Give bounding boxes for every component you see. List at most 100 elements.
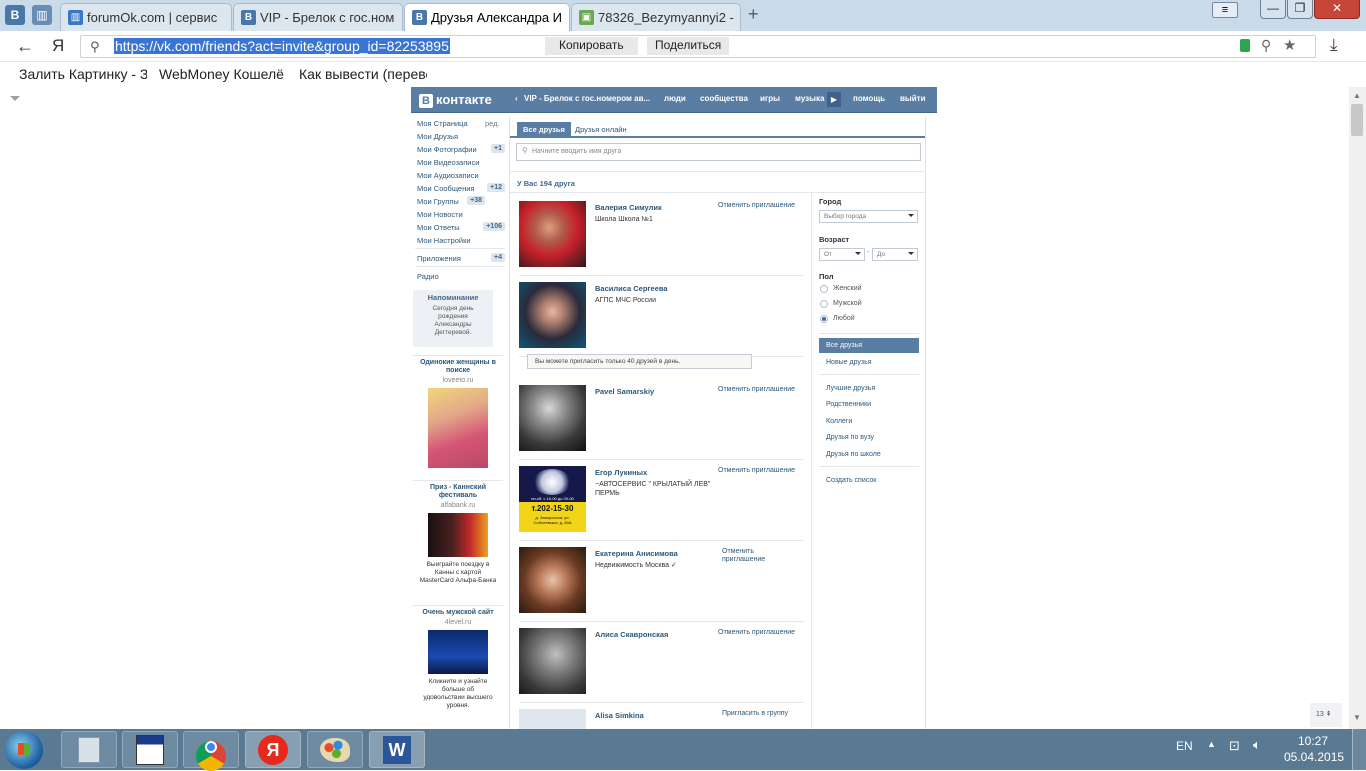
zoom-icon[interactable]: ⚲	[1261, 37, 1271, 54]
word-app-icon[interactable]: W	[369, 731, 425, 768]
sex-option-label[interactable]: Мужской	[833, 300, 862, 307]
scroll-down-icon[interactable]: ▼	[1353, 713, 1361, 722]
header-link-logout[interactable]: выйти	[900, 94, 926, 103]
list-all-friends[interactable]: Все друзья	[819, 338, 919, 353]
sex-option-label[interactable]: Любой	[833, 315, 855, 322]
star-icon[interactable]: ★	[1283, 36, 1296, 54]
cancel-invite-button[interactable]: Отменить приглашение	[718, 202, 800, 210]
sidebar-item-messages[interactable]: Мои Сообщения	[417, 184, 474, 193]
city-select[interactable]: Выбор города	[819, 210, 918, 223]
scroll-to-top-widget[interactable]: 13 ⇞	[1310, 703, 1342, 727]
header-link-help[interactable]: помощь	[853, 94, 885, 103]
friend-name[interactable]: Алиса Скавронская	[595, 630, 668, 639]
tab-all-friends[interactable]: Все друзья	[517, 122, 571, 136]
friend-name[interactable]: Василиса Сергеева	[595, 284, 668, 293]
ad-block-cannes[interactable]: Приз - Каннский фестиваль alfabank.ru Вы…	[413, 480, 503, 585]
vk-pinned-tab-icon[interactable]: B	[5, 5, 25, 25]
friend-search-input[interactable]: ⚲ Начните вводить имя друга	[516, 143, 921, 161]
bookmark-link[interactable]: WebMoney Кошелё	[159, 66, 287, 82]
birthday-reminder[interactable]: Напоминание Сегодня день рождения Алекса…	[413, 290, 493, 347]
cancel-invite-button[interactable]: Отменить приглашение	[722, 548, 777, 564]
sidebar-item-my-page[interactable]: Моя Страница ред.	[417, 119, 505, 128]
yandex-browser-app-icon[interactable]: Я	[245, 731, 301, 768]
language-indicator[interactable]: EN	[1176, 739, 1193, 753]
close-window-icon[interactable]: ✕	[1314, 0, 1360, 19]
friend-photo[interactable]	[519, 201, 586, 267]
side-panel-toggle-icon[interactable]	[10, 96, 20, 101]
age-to-select[interactable]: До	[872, 248, 918, 261]
edit-link[interactable]: ред.	[485, 119, 500, 128]
sidebar-item-groups[interactable]: Мои Группы	[417, 197, 459, 206]
yandex-logo-icon[interactable]: Я	[52, 36, 64, 56]
list-colleagues[interactable]: Коллеги	[826, 418, 852, 425]
scroll-up-icon[interactable]: ▲	[1353, 91, 1361, 100]
copy-button[interactable]: Копировать	[545, 37, 638, 55]
list-new-friends[interactable]: Новые друзья	[826, 359, 872, 366]
friend-photo[interactable]	[519, 628, 586, 694]
sidebar-item-videos[interactable]: Мои Видеозаписи	[417, 158, 479, 167]
tab-vip-brelok[interactable]: B VIP - Брелок с гос.ном	[233, 3, 403, 31]
calculator-app-icon[interactable]	[61, 731, 117, 768]
ad-block-dating[interactable]: Одинокие женщины в поиске loveeto.ru	[413, 355, 503, 468]
bookmark-pinned-tab-icon[interactable]: ▥	[32, 5, 52, 25]
header-link-people[interactable]: люди	[664, 94, 686, 103]
show-desktop-button[interactable]	[1352, 729, 1366, 770]
volume-icon[interactable]: 🔈︎	[1253, 737, 1261, 753]
invite-to-group-button[interactable]: Пригласить в группу	[722, 710, 804, 718]
bookmark-link[interactable]: Как вывести (переве	[299, 66, 427, 82]
menu-icon[interactable]: ≡	[1212, 2, 1238, 18]
page-scrollbar[interactable]: ▲ ▼	[1349, 87, 1366, 729]
back-arrow-icon[interactable]: ←	[16, 36, 34, 57]
list-best-friends[interactable]: Лучшие друзья	[826, 385, 875, 392]
header-back-icon[interactable]: ‹	[515, 94, 518, 103]
network-icon[interactable]: ⊡	[1229, 738, 1240, 754]
sex-male-radio[interactable]	[820, 300, 828, 308]
vk-logo[interactable]: Bконтакте	[419, 92, 492, 108]
friend-photo[interactable]	[519, 547, 586, 613]
header-group-link[interactable]: VIP - Брелок с гос.номером ав...	[524, 94, 654, 103]
sex-female-radio[interactable]	[820, 285, 828, 293]
new-tab-icon[interactable]: +	[748, 4, 759, 25]
list-relatives[interactable]: Родственники	[826, 401, 871, 408]
friend-name[interactable]: Егор Лукиных	[595, 468, 647, 477]
cancel-invite-button[interactable]: Отменить приглашение	[718, 386, 800, 394]
paint-app-icon[interactable]	[307, 731, 363, 768]
cancel-invite-button[interactable]: Отменить приглашение	[718, 629, 800, 637]
tab-friends-online[interactable]: Друзья онлайн	[569, 122, 633, 136]
sidebar-item-news[interactable]: Мои Новости	[417, 210, 463, 219]
sidebar-item-answers[interactable]: Мои Ответы	[417, 223, 460, 232]
friend-photo[interactable]	[519, 282, 586, 348]
header-link-games[interactable]: игры	[760, 94, 780, 103]
tab-friends[interactable]: B Друзья Александра И	[404, 3, 570, 32]
bookmark-link[interactable]: Залить Картинку - З	[19, 66, 147, 82]
list-school-friends[interactable]: Друзья по школе	[826, 451, 881, 458]
friend-photo[interactable]	[519, 385, 586, 451]
sex-option-label[interactable]: Женский	[833, 285, 862, 292]
friend-name[interactable]: Alisa Simkina	[595, 711, 644, 720]
sidebar-item-audio[interactable]: Мои Аудиозаписи	[417, 171, 479, 180]
age-from-select[interactable]: От	[819, 248, 865, 261]
clock[interactable]: 10:27 05.04.2015	[1284, 733, 1344, 765]
ad-block-4level[interactable]: Очень мужской сайт 4level.ru Кликните и …	[413, 605, 503, 710]
sidebar-item-apps[interactable]: Приложения	[417, 254, 461, 263]
sidebar-item-radio[interactable]: Радио	[417, 272, 439, 281]
cancel-invite-button[interactable]: Отменить приглашение	[718, 467, 800, 475]
tab-image[interactable]: ▣ 78326_Bezymyannyi2 -	[571, 3, 741, 31]
header-next-icon[interactable]: ▶	[827, 92, 841, 107]
tray-expand-icon[interactable]: ▲	[1207, 739, 1216, 749]
sidebar-item-friends[interactable]: Мои Друзья	[417, 132, 458, 141]
list-university-friends[interactable]: Друзья по вузу	[826, 434, 874, 441]
sidebar-item-photos[interactable]: Мои Фотографии	[417, 145, 477, 154]
share-button[interactable]: Поделиться	[647, 37, 730, 55]
downloads-icon[interactable]: ⤓	[1330, 35, 1338, 55]
sidebar-item-settings[interactable]: Мои Настройки	[417, 236, 471, 245]
friend-photo-placeholder[interactable]	[519, 709, 586, 729]
minimize-icon[interactable]: —	[1260, 0, 1286, 19]
url-text[interactable]: https://vk.com/friends?act=invite&group_…	[114, 38, 450, 54]
sex-any-radio[interactable]	[820, 315, 828, 323]
notepad-app-icon[interactable]	[122, 731, 178, 768]
create-list-link[interactable]: Создать список	[826, 477, 876, 484]
start-button[interactable]	[5, 731, 43, 769]
friend-name[interactable]: Екатерина Анисимова	[595, 549, 678, 558]
tab-forumok[interactable]: ▥ forumOk.com | сервис	[60, 3, 232, 31]
